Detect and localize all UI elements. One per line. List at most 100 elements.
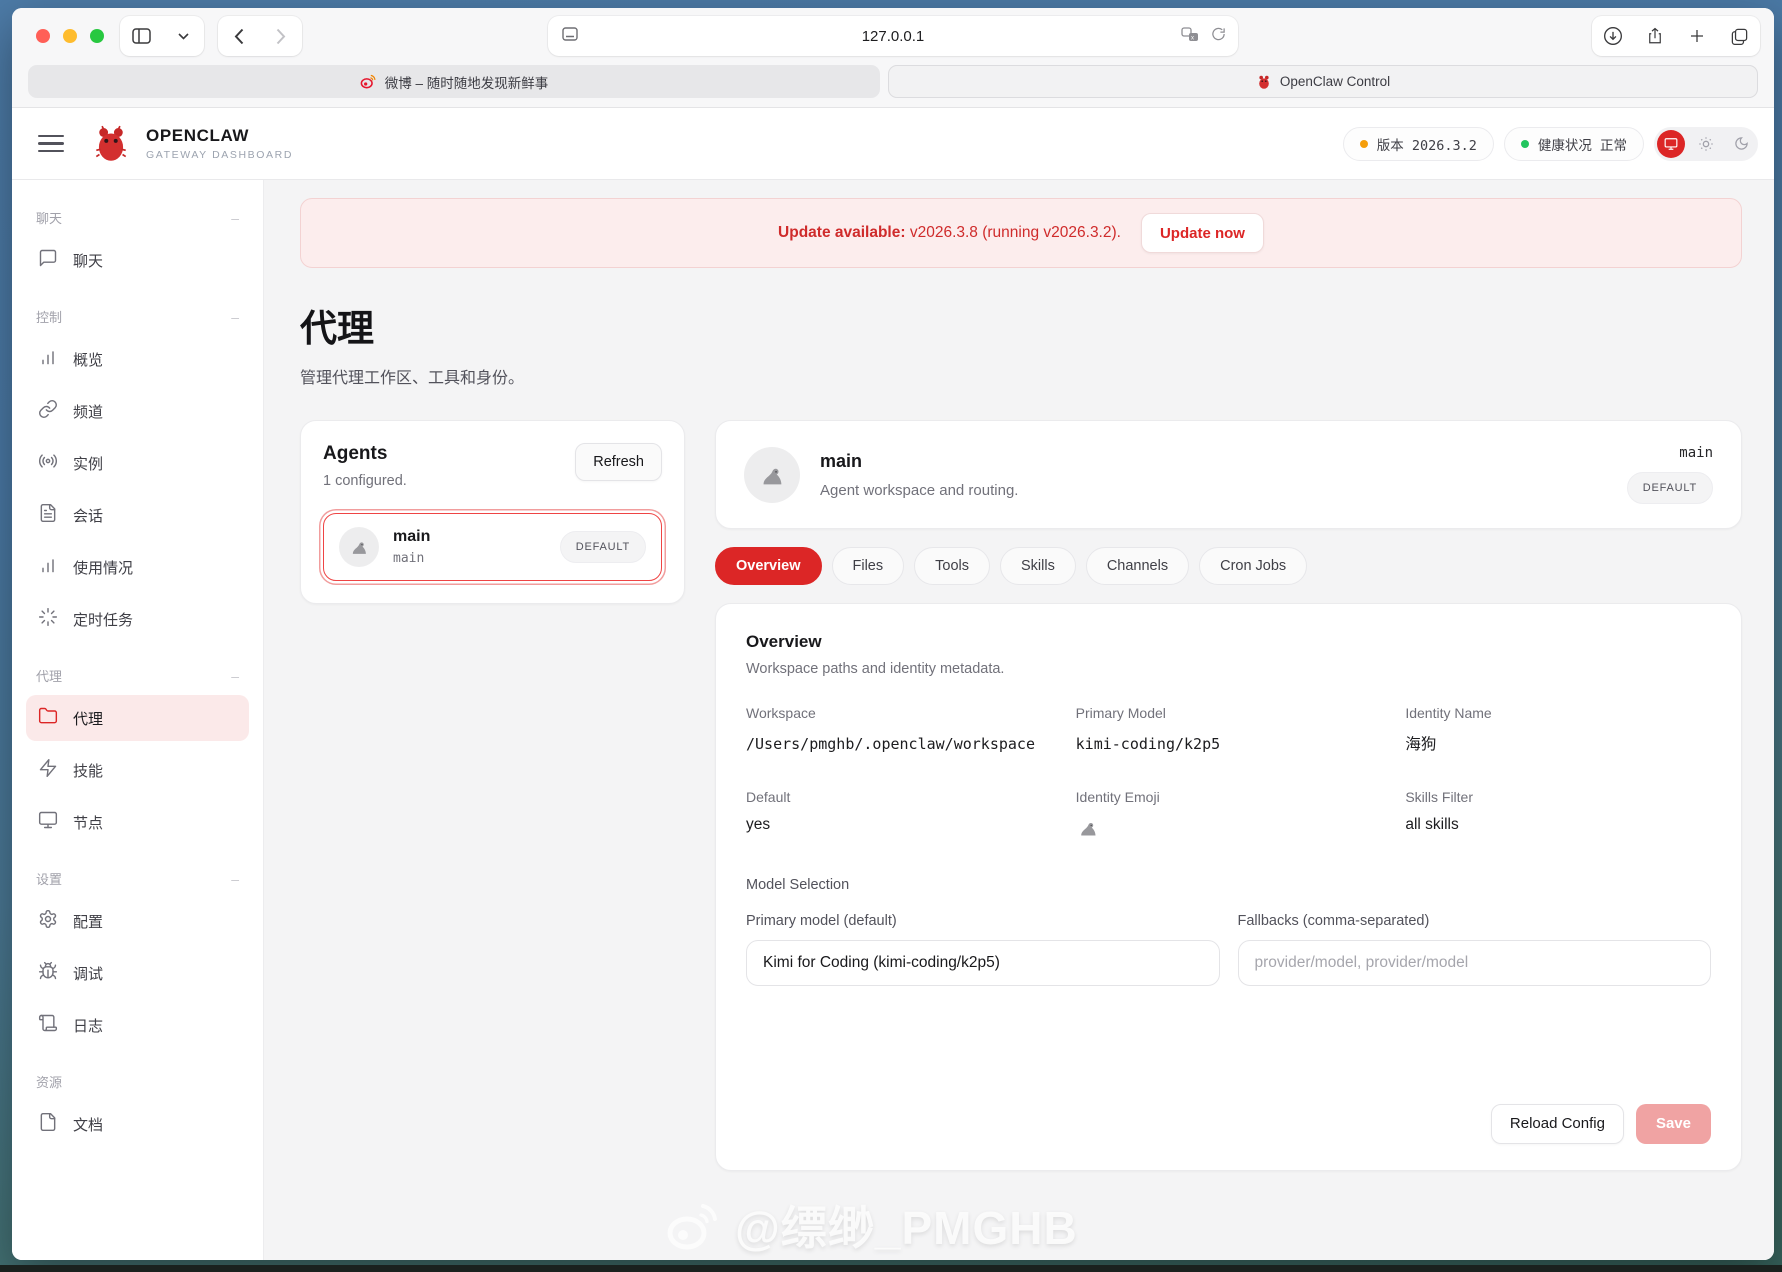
zap-icon bbox=[38, 758, 58, 782]
overview-fields: Workspace/Users/pmghb/.openclaw/workspac… bbox=[746, 705, 1711, 845]
sidebar-section-label: 代理 bbox=[36, 666, 62, 685]
seal-emoji-icon bbox=[1076, 816, 1382, 845]
traffic-lights bbox=[36, 29, 104, 43]
zoom-window-button[interactable] bbox=[90, 29, 104, 43]
field-label: Identity Emoji bbox=[1076, 789, 1382, 805]
browser-tab-label: OpenClaw Control bbox=[1280, 74, 1390, 89]
tab-cron-jobs[interactable]: Cron Jobs bbox=[1199, 547, 1307, 585]
sidebar-section-label: 聊天 bbox=[36, 208, 62, 227]
sidebar-item-skills[interactable]: 技能 bbox=[26, 747, 249, 793]
sidebar-chevron-button[interactable] bbox=[162, 16, 204, 56]
close-window-button[interactable] bbox=[36, 29, 50, 43]
sidebar-icon bbox=[132, 28, 151, 44]
copy-tabs-icon bbox=[1730, 27, 1749, 46]
seal-emoji-icon bbox=[757, 460, 787, 490]
weibo-favicon bbox=[360, 73, 377, 90]
sidebar-item-logs[interactable]: 日志 bbox=[26, 1002, 249, 1048]
file-icon bbox=[38, 1112, 58, 1136]
sidebar-section-label: 控制 bbox=[36, 307, 62, 326]
reload-config-button[interactable]: Reload Config bbox=[1491, 1104, 1624, 1144]
sidebar-item-label: 概览 bbox=[73, 349, 103, 370]
sidebar-item-overview[interactable]: 概览 bbox=[26, 336, 249, 382]
share-icon bbox=[1646, 26, 1664, 46]
tab-files[interactable]: Files bbox=[832, 547, 905, 585]
refresh-button[interactable]: Refresh bbox=[575, 443, 662, 481]
page-title: 代理 bbox=[300, 298, 1742, 352]
default-badge: DEFAULT bbox=[1627, 472, 1713, 504]
svg-text:x: x bbox=[1191, 35, 1194, 41]
browser-titlebar: 127.0.0.1 x bbox=[12, 8, 1774, 64]
moon-icon bbox=[1734, 136, 1749, 151]
share-button[interactable] bbox=[1634, 16, 1676, 56]
theme-dark-button[interactable] bbox=[1727, 130, 1755, 158]
openclaw-logo bbox=[90, 123, 132, 165]
menu-button[interactable] bbox=[38, 135, 64, 153]
new-tab-button[interactable] bbox=[1676, 16, 1718, 56]
fallbacks-input[interactable] bbox=[1238, 940, 1712, 986]
back-button[interactable] bbox=[218, 16, 260, 56]
sidebar-section: 设置 – 配置调试日志 bbox=[26, 869, 249, 1048]
toggle-sidebar-button[interactable] bbox=[120, 16, 162, 56]
minimize-window-button[interactable] bbox=[63, 29, 77, 43]
address-bar[interactable]: 127.0.0.1 x bbox=[548, 16, 1238, 56]
sidebar-section-label: 设置 bbox=[36, 869, 62, 888]
agent-avatar-large bbox=[744, 447, 800, 503]
sidebar-item-sessions[interactable]: 会话 bbox=[26, 492, 249, 538]
sidebar-item-label: 实例 bbox=[73, 453, 103, 474]
overview-title: Overview bbox=[746, 632, 1711, 652]
sidebar-item-docs[interactable]: 文档 bbox=[26, 1101, 249, 1147]
theme-system-button[interactable] bbox=[1657, 130, 1685, 158]
sidebar-item-channels[interactable]: 频道 bbox=[26, 388, 249, 434]
collapse-icon[interactable]: – bbox=[231, 210, 239, 226]
collapse-icon[interactable]: – bbox=[231, 309, 239, 325]
agent-tabs: Overview FilesTools Skills Channels Cron Job… bbox=[715, 547, 1742, 585]
agent-list-item-main[interactable]: main main DEFAULT bbox=[323, 513, 662, 581]
primary-model-input[interactable] bbox=[746, 940, 1220, 986]
collapse-icon[interactable]: – bbox=[231, 668, 239, 684]
sidebar-item-agents[interactable]: 代理 bbox=[26, 695, 249, 741]
sidebar-item-usage[interactable]: 使用情况 bbox=[26, 544, 249, 590]
sidebar-item-label: 定时任务 bbox=[73, 609, 133, 630]
reload-icon[interactable] bbox=[1211, 26, 1226, 46]
tab-tools[interactable]: Tools bbox=[914, 547, 990, 585]
browser-tab-active[interactable]: OpenClaw Control bbox=[888, 65, 1758, 98]
overview-field: Workspace/Users/pmghb/.openclaw/workspac… bbox=[746, 705, 1052, 757]
sidebar-item-instances[interactable]: 实例 bbox=[26, 440, 249, 486]
forward-button[interactable] bbox=[260, 16, 302, 56]
sidebar-item-label: 技能 bbox=[73, 760, 103, 781]
sidebar-item-label: 配置 bbox=[73, 911, 103, 932]
sidebar-section-label: 资源 bbox=[36, 1072, 62, 1091]
page-subtitle: 管理代理工作区、工具和身份。 bbox=[300, 364, 1742, 388]
sidebar-item-config[interactable]: 配置 bbox=[26, 898, 249, 944]
field-value: kimi-coding/k2p5 bbox=[1076, 732, 1381, 757]
sidebar-item-nodes[interactable]: 节点 bbox=[26, 799, 249, 845]
sidebar-item-label: 会话 bbox=[73, 505, 103, 526]
chat-icon bbox=[38, 248, 58, 272]
theme-switcher bbox=[1654, 127, 1758, 161]
sidebar-item-cron[interactable]: 定时任务 bbox=[26, 596, 249, 642]
overview-subtitle: Workspace paths and identity metadata. bbox=[746, 661, 1711, 677]
collapse-icon[interactable]: – bbox=[231, 871, 239, 887]
tab-overview[interactable]: Overview bbox=[715, 547, 822, 585]
update-now-button[interactable]: Update now bbox=[1141, 213, 1264, 253]
seal-emoji-icon bbox=[348, 536, 370, 558]
translate-icon[interactable]: x bbox=[1181, 27, 1199, 46]
monitor-icon bbox=[38, 810, 58, 834]
tab-skills[interactable]: Skills bbox=[1000, 547, 1076, 585]
downloads-button[interactable] bbox=[1592, 16, 1634, 56]
history-nav-group bbox=[218, 16, 302, 56]
tab-channels[interactable]: Channels bbox=[1086, 547, 1189, 585]
browser-tab-inactive[interactable]: 微博 – 随时随地发现新鲜事 bbox=[28, 65, 880, 98]
theme-light-button[interactable] bbox=[1692, 130, 1720, 158]
model-selection-label: Model Selection bbox=[746, 877, 1711, 893]
sidebar-item-debug[interactable]: 调试 bbox=[26, 950, 249, 996]
save-button[interactable]: Save bbox=[1636, 1104, 1711, 1144]
sun-icon bbox=[1698, 136, 1714, 152]
scroll-icon bbox=[38, 1013, 58, 1037]
field-label: Primary Model bbox=[1076, 705, 1382, 721]
loader-icon bbox=[38, 607, 58, 631]
health-dot-icon bbox=[1521, 140, 1529, 148]
tab-overview-button[interactable] bbox=[1718, 16, 1760, 56]
page-settings-icon[interactable] bbox=[562, 27, 578, 45]
sidebar-item-chat[interactable]: 聊天 bbox=[26, 237, 249, 283]
